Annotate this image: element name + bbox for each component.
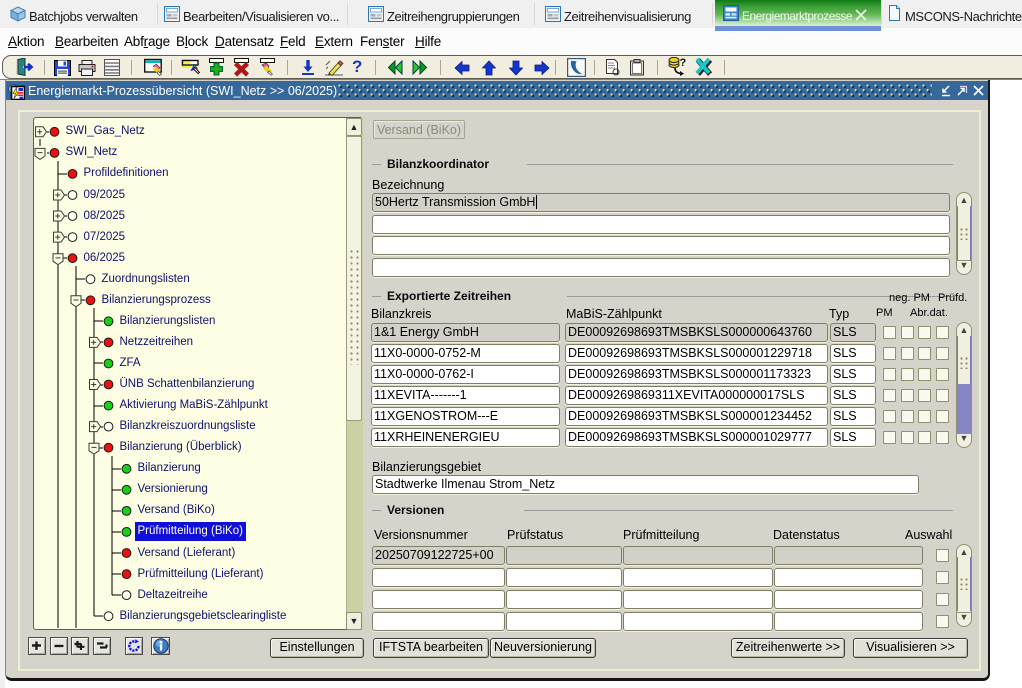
svg-text:?: ? bbox=[680, 57, 687, 69]
